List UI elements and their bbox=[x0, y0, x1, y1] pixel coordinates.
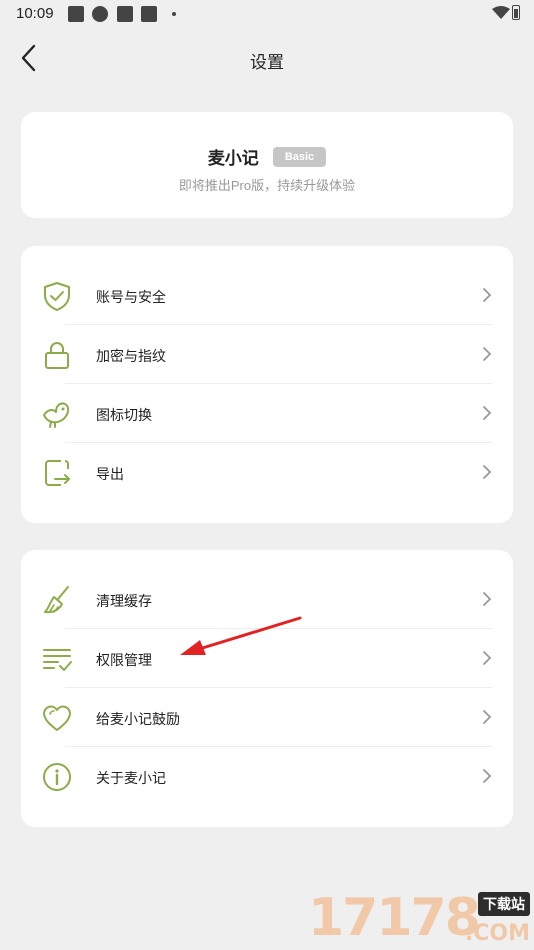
status-bar: 10:09 bbox=[0, 0, 534, 30]
chevron-right-icon bbox=[483, 347, 492, 361]
page-title: 设置 bbox=[250, 53, 284, 72]
settings-item-label: 图标切换 bbox=[96, 407, 152, 423]
broom-icon bbox=[44, 586, 69, 614]
notification-icon bbox=[68, 6, 84, 22]
status-time: 10:09 bbox=[16, 5, 54, 22]
lock-icon bbox=[45, 342, 69, 369]
app-name: 麦小记 bbox=[207, 149, 259, 168]
shield-check-icon bbox=[44, 282, 70, 311]
info-icon bbox=[43, 763, 71, 791]
app-subtitle: 即将推出Pro版，持续升级体验 bbox=[178, 178, 356, 193]
settings-group-account: 账号与安全 加密与指纹 图标切换 导出 bbox=[21, 246, 513, 523]
wifi-icon bbox=[492, 6, 510, 19]
notification-icon bbox=[117, 6, 133, 22]
settings-group-general: 清理缓存 权限管理 给麦小记鼓励 关于麦小记 bbox=[21, 550, 513, 827]
settings-item-label: 导出 bbox=[96, 466, 124, 482]
sync-icon bbox=[92, 6, 108, 22]
watermark-tag: 下载站 bbox=[478, 892, 530, 916]
watermark-suffix: .COM bbox=[464, 921, 530, 946]
annotation-arrow-icon bbox=[180, 616, 302, 655]
settings-item-account-security[interactable]: 账号与安全 bbox=[21, 266, 513, 325]
notification-icon bbox=[141, 6, 157, 22]
more-notifications-icon bbox=[172, 12, 176, 16]
profile-card: 麦小记 Basic 即将推出Pro版，持续升级体验 bbox=[21, 112, 513, 218]
settings-item-label: 给麦小记鼓励 bbox=[96, 711, 180, 727]
header: 设置 bbox=[0, 36, 534, 80]
chevron-right-icon bbox=[483, 465, 492, 479]
heart-icon bbox=[43, 705, 71, 731]
plan-badge: Basic bbox=[272, 146, 327, 167]
settings-item-label: 账号与安全 bbox=[96, 289, 166, 305]
settings-item-label: 清理缓存 bbox=[96, 593, 152, 609]
watermark: 17178 下载站 .COM bbox=[304, 888, 534, 950]
chevron-right-icon bbox=[483, 710, 492, 724]
chevron-right-icon bbox=[483, 769, 492, 783]
settings-item-export[interactable]: 导出 bbox=[21, 443, 513, 502]
bird-icon bbox=[43, 402, 70, 428]
watermark-number: 17178 bbox=[308, 888, 481, 948]
chevron-right-icon bbox=[483, 288, 492, 302]
export-icon bbox=[45, 460, 70, 486]
chevron-right-icon bbox=[483, 406, 492, 420]
settings-item-about[interactable]: 关于麦小记 bbox=[21, 747, 513, 806]
settings-item-encourage[interactable]: 给麦小记鼓励 bbox=[21, 688, 513, 747]
settings-item-label: 关于麦小记 bbox=[96, 770, 166, 786]
list-check-icon bbox=[43, 649, 72, 671]
settings-item-label: 权限管理 bbox=[96, 652, 152, 668]
battery-icon bbox=[512, 5, 520, 20]
settings-item-encryption-fingerprint[interactable]: 加密与指纹 bbox=[21, 325, 513, 384]
chevron-right-icon bbox=[483, 592, 492, 606]
app-name-row: 麦小记 Basic bbox=[21, 144, 513, 169]
settings-item-label: 加密与指纹 bbox=[96, 348, 166, 364]
settings-item-icon-switch[interactable]: 图标切换 bbox=[21, 384, 513, 443]
chevron-right-icon bbox=[483, 651, 492, 665]
